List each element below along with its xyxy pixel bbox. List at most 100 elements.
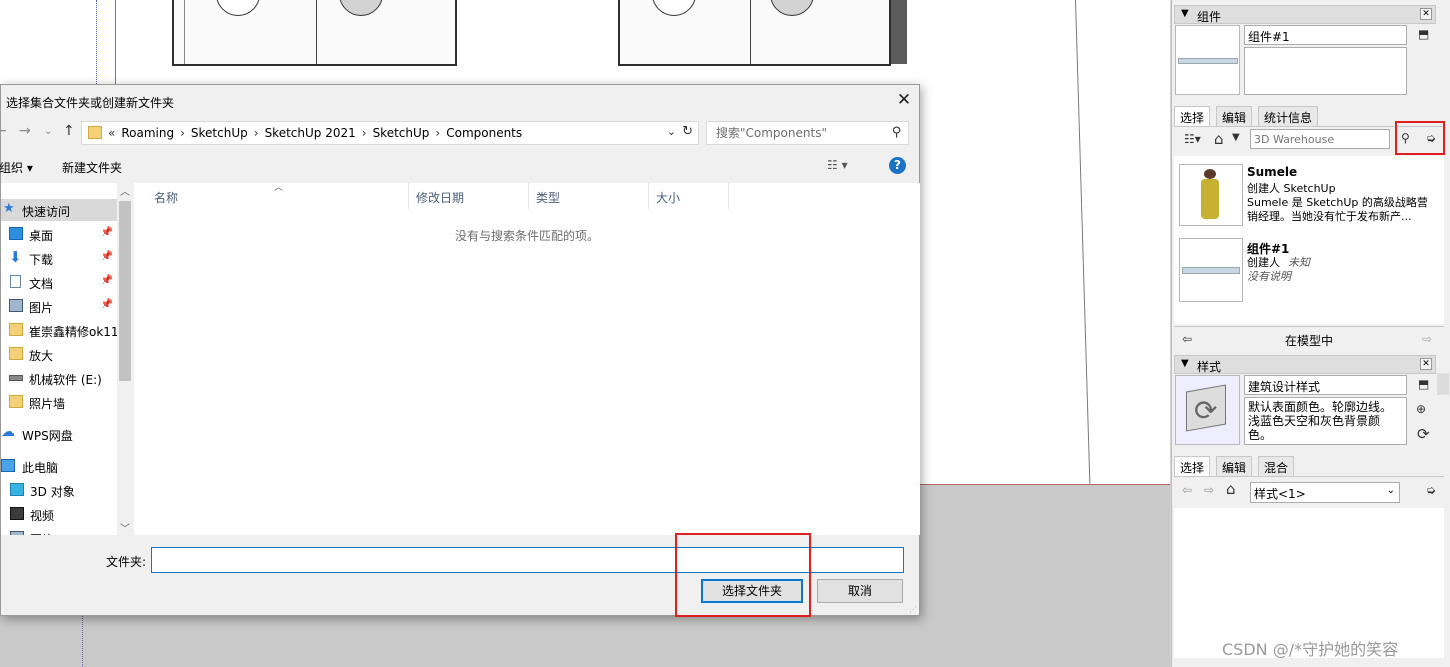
column-size[interactable]: 大小 (649, 183, 729, 209)
up-arrow-icon[interactable]: ↑ (63, 123, 75, 139)
document-icon (10, 275, 21, 288)
model-edge (115, 0, 116, 84)
breadcrumb-chevron-icon[interactable]: › (254, 126, 259, 140)
breadcrumb-overflow[interactable]: « (108, 126, 115, 140)
scroll-thumb[interactable] (119, 201, 131, 381)
forward-arrow-icon[interactable]: ⇨ (1204, 483, 1214, 497)
search-input[interactable] (707, 122, 882, 144)
pin-icon[interactable]: 📌 (101, 299, 113, 310)
column-type[interactable]: 类型 (529, 183, 649, 209)
in-model-label[interactable]: 在模型中 (1174, 332, 1444, 349)
tab-select[interactable]: 选择 (1174, 106, 1211, 126)
tab-edit[interactable]: 编辑 (1216, 106, 1253, 126)
nav-item-pictures[interactable]: 图片 📌 (1, 295, 117, 317)
component-description-field[interactable] (1244, 47, 1407, 95)
drive-icon (9, 375, 23, 381)
column-name[interactable]: 名称 (147, 183, 409, 209)
list-item[interactable]: Sumele 创建人 SketchUp Sumele 是 SketchUp 的高… (1174, 156, 1444, 226)
recent-chevron-icon[interactable]: ⌄ (44, 126, 52, 137)
command-bar: 组织 ▾ 新建文件夹 ☷ ▾ ? (0, 155, 921, 179)
scroll-down-icon[interactable]: ﹀ (120, 520, 130, 535)
model-hole (339, 0, 383, 16)
folder-label: 文件夹: (106, 555, 147, 569)
list-item[interactable]: 组件#1 创建人 未知 没有说明 (1174, 234, 1444, 304)
forward-arrow-icon[interactable]: ⇨ (1422, 332, 1432, 346)
tab-mix[interactable]: 混合 (1258, 456, 1295, 476)
breadcrumb-chevron-icon[interactable]: › (362, 126, 367, 140)
column-date-modified[interactable]: 修改日期 (409, 183, 529, 209)
view-options-icon[interactable]: ☷▾ (1184, 132, 1201, 146)
tab-select[interactable]: 选择 (1174, 456, 1211, 476)
close-icon[interactable]: ✕ (893, 89, 915, 111)
search-icon[interactable]: ⚲ (892, 125, 902, 140)
add-component-icon[interactable]: ⬒ (1418, 27, 1429, 41)
breadcrumb-sketchup-2021[interactable]: SketchUp 2021 (265, 126, 356, 140)
create-style-icon[interactable]: ⊕ (1416, 402, 1426, 416)
style-description-field[interactable]: 默认表面颜色。轮廓边线。浅蓝色天空和灰色背景颜色。 (1244, 397, 1407, 445)
breadcrumb-roaming[interactable]: Roaming (121, 126, 174, 140)
nav-item-documents[interactable]: 文档 📌 (1, 271, 117, 293)
nav-item-folder[interactable]: 照片墙 (1, 391, 117, 413)
component-name-field[interactable]: 组件#1 (1244, 25, 1407, 45)
nav-item-downloads[interactable]: ⬇ 下载 📌 (1, 247, 117, 269)
help-icon[interactable]: ? (889, 157, 906, 174)
nav-item-wps-cloud[interactable]: ☁ WPS网盘 (1, 423, 117, 445)
breadcrumb-components[interactable]: Components (446, 126, 522, 140)
nav-item-this-pc[interactable]: 此电脑 (1, 455, 117, 477)
add-style-icon[interactable]: ⬒ (1418, 377, 1429, 391)
pin-icon[interactable]: 📌 (101, 251, 113, 262)
style-name-field[interactable]: 建筑设计样式 (1244, 375, 1407, 395)
resize-grip-icon[interactable]: ⋰ (909, 605, 917, 614)
breadcrumb-sketchup-sub[interactable]: SketchUp (373, 126, 430, 140)
breadcrumb-chevron-icon[interactable]: › (435, 126, 440, 140)
style-collection-dropdown[interactable]: 样式<1> ⌄ (1250, 482, 1400, 503)
pin-icon[interactable]: 📌 (101, 227, 113, 238)
nav-item-3d-objects[interactable]: 3D 对象 (1, 479, 117, 501)
chevron-down-icon[interactable]: ⌄ (667, 125, 676, 138)
breadcrumb-chevron-icon[interactable]: › (180, 126, 185, 140)
nav-item-folder[interactable]: 放大 (1, 343, 117, 365)
nav-item-quick-access[interactable]: ★ 快速访问 (1, 199, 117, 221)
picture-icon (10, 531, 24, 535)
collapse-triangle-icon[interactable]: ▼ (1181, 8, 1189, 19)
home-icon[interactable]: ⌂ (1226, 480, 1236, 498)
file-list[interactable]: ︿ 名称 修改日期 类型 大小 没有与搜索条件匹配的项。 (134, 183, 920, 535)
navigation-pane: ★ 快速访问 桌面 📌 ⬇ 下载 📌 文档 📌 图片 📌 崔崇鑫精修ok11 放… (1, 183, 133, 535)
new-folder-button[interactable]: 新建文件夹 (62, 159, 122, 176)
refresh-icon[interactable]: ↻ (682, 124, 693, 139)
default-tray: ▼ 组件 ✕ 组件#1 ⬒ 选择 编辑 统计信息 ☷▾ ⌂ ▼ ⚲ ➭ Sume… (1171, 0, 1450, 667)
chevron-down-icon[interactable]: ▼ (1232, 132, 1240, 143)
nav-scrollbar[interactable]: ︿ ﹀ (117, 183, 133, 535)
pin-icon[interactable]: 📌 (101, 275, 113, 286)
tab-edit[interactable]: 编辑 (1216, 456, 1253, 476)
forward-arrow-icon[interactable]: → (19, 123, 31, 139)
view-options-icon[interactable]: ☷ ▾ (827, 158, 848, 172)
panel-scrollbar[interactable] (1437, 373, 1449, 395)
components-tray-header[interactable]: ▼ 组件 ✕ (1174, 5, 1436, 24)
organize-menu[interactable]: 组织 ▾ (0, 159, 33, 176)
cloud-icon: ☁ (1, 424, 15, 440)
nav-item-videos[interactable]: 视频 (1, 503, 117, 525)
component-preview (1175, 25, 1240, 95)
scroll-up-icon[interactable]: ︿ (120, 183, 130, 198)
breadcrumb-sketchup[interactable]: SketchUp (191, 126, 248, 140)
tab-statistics[interactable]: 统计信息 (1258, 106, 1319, 126)
nav-item-pictures-2[interactable]: 图片 (1, 527, 117, 535)
nav-item-drive-e[interactable]: 机械软件 (E:) (1, 367, 117, 389)
collapse-triangle-icon[interactable]: ▼ (1181, 358, 1189, 369)
refresh-icon[interactable]: ⟳ (1417, 425, 1430, 443)
nav-item-desktop[interactable]: 桌面 📌 (1, 223, 117, 245)
home-icon[interactable]: ⌂ (1214, 130, 1224, 148)
warehouse-search-input[interactable] (1250, 129, 1390, 149)
back-arrow-icon[interactable]: ← (0, 123, 7, 139)
close-icon[interactable]: ✕ (1420, 8, 1432, 20)
select-folder-dialog: 选择集合文件夹或创建新文件夹 ✕ ← → ⌄ ↑ « Roaming › Ske… (0, 84, 921, 617)
nav-item-folder[interactable]: 崔崇鑫精修ok11 (1, 319, 119, 341)
address-bar[interactable]: « Roaming › SketchUp › SketchUp 2021 › S… (81, 121, 699, 145)
axis-line (96, 0, 97, 84)
cancel-button[interactable]: 取消 (817, 579, 903, 603)
back-arrow-icon[interactable]: ⇦ (1182, 483, 1192, 497)
styles-tray-header[interactable]: ▼ 样式 ✕ (1174, 355, 1436, 374)
details-arrow-icon[interactable]: ➭ (1426, 483, 1436, 497)
close-icon[interactable]: ✕ (1420, 358, 1432, 370)
